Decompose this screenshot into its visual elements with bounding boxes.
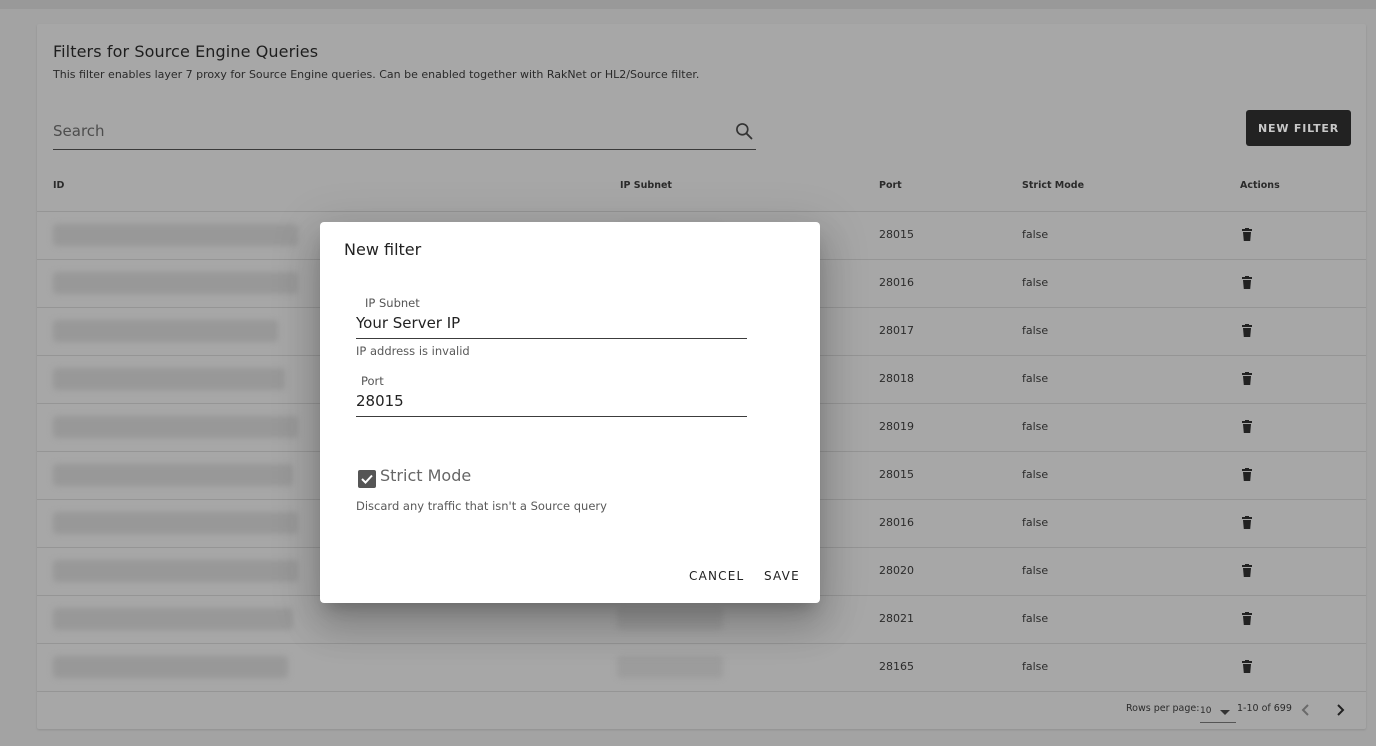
trash-icon[interactable] — [1242, 228, 1252, 241]
search-field — [53, 110, 756, 150]
redacted-id — [53, 464, 293, 486]
next-page-button[interactable] — [1329, 698, 1353, 722]
dialog-title: New filter — [344, 240, 422, 259]
pagination-range: 1-10 of 699 — [1237, 703, 1292, 714]
strict-mode-label: Strict Mode — [380, 466, 472, 485]
strict-mode-cell: false — [1022, 612, 1049, 625]
ip-subnet-input[interactable] — [356, 313, 736, 333]
port-cell: 28019 — [879, 420, 914, 433]
top-app-bar — [0, 0, 1376, 9]
redacted-id — [53, 368, 285, 390]
redacted-ip-subnet — [617, 608, 723, 630]
port-field: Port — [356, 374, 747, 417]
port-cell: 28165 — [879, 660, 914, 673]
strict-mode-cell: false — [1022, 372, 1049, 385]
search-input[interactable] — [53, 118, 713, 144]
redacted-id — [53, 560, 298, 582]
redacted-id — [53, 512, 298, 534]
rows-per-page-select[interactable]: 10 — [1200, 700, 1236, 723]
table-row: 28165 false — [37, 644, 1366, 692]
page-description: This filter enables layer 7 proxy for So… — [53, 68, 700, 81]
previous-page-button[interactable] — [1293, 698, 1317, 722]
rows-per-page-value: 10 — [1200, 706, 1212, 716]
rows-per-page-label: Rows per page: — [1126, 703, 1200, 714]
table-pagination: Rows per page: 10 1-10 of 699 — [37, 692, 1366, 729]
column-header-id[interactable]: ID — [53, 180, 64, 191]
trash-icon[interactable] — [1242, 564, 1252, 577]
new-filter-dialog: New filter IP Subnet IP address is inval… — [320, 222, 820, 603]
column-header-strict-mode[interactable]: Strict Mode — [1022, 180, 1084, 191]
chevron-left-icon — [1301, 704, 1309, 716]
chevron-right-icon — [1337, 704, 1345, 716]
trash-icon[interactable] — [1242, 612, 1252, 625]
strict-mode-cell: false — [1022, 468, 1049, 481]
search-icon[interactable] — [734, 121, 754, 141]
redacted-id — [53, 416, 298, 438]
trash-icon[interactable] — [1242, 372, 1252, 385]
trash-icon[interactable] — [1242, 468, 1252, 481]
caret-down-icon — [1220, 710, 1230, 715]
strict-mode-cell: false — [1022, 660, 1049, 673]
port-cell: 28015 — [879, 468, 914, 481]
port-label: Port — [361, 374, 384, 388]
ip-subnet-field: IP Subnet — [356, 296, 747, 339]
trash-icon[interactable] — [1242, 660, 1252, 673]
port-cell: 28017 — [879, 324, 914, 337]
port-cell: 28020 — [879, 564, 914, 577]
port-cell: 28018 — [879, 372, 914, 385]
strict-mode-cell: false — [1022, 276, 1049, 289]
port-cell: 28016 — [879, 516, 914, 529]
strict-mode-cell: false — [1022, 228, 1049, 241]
trash-icon[interactable] — [1242, 324, 1252, 337]
strict-mode-cell: false — [1022, 420, 1049, 433]
redacted-id — [53, 224, 298, 246]
redacted-id — [53, 608, 293, 630]
new-filter-button[interactable]: NEW FILTER — [1246, 110, 1351, 146]
redacted-id — [53, 656, 288, 678]
trash-icon[interactable] — [1242, 420, 1252, 433]
table-header: ID IP Subnet Port Strict Mode Actions — [37, 164, 1366, 212]
port-cell: 28015 — [879, 228, 914, 241]
redacted-id — [53, 320, 278, 342]
redacted-id — [53, 272, 298, 294]
ip-error-text: IP address is invalid — [356, 344, 470, 358]
check-icon — [361, 474, 373, 484]
trash-icon[interactable] — [1242, 516, 1252, 529]
strict-mode-cell: false — [1022, 324, 1049, 337]
port-cell: 28016 — [879, 276, 914, 289]
ip-subnet-label: IP Subnet — [365, 296, 420, 310]
column-header-ip-subnet[interactable]: IP Subnet — [620, 180, 672, 191]
page-title: Filters for Source Engine Queries — [53, 42, 319, 61]
strict-mode-cell: false — [1022, 516, 1049, 529]
column-header-actions: Actions — [1240, 180, 1280, 191]
checkbox-box[interactable] — [358, 470, 376, 488]
port-cell: 28021 — [879, 612, 914, 625]
table-row: 28021 false — [37, 596, 1366, 644]
strict-mode-cell: false — [1022, 564, 1049, 577]
column-header-port[interactable]: Port — [879, 180, 902, 191]
strict-mode-helper: Discard any traffic that isn't a Source … — [356, 499, 607, 513]
redacted-ip-subnet — [617, 656, 723, 678]
save-button[interactable]: SAVE — [758, 562, 806, 590]
port-input[interactable] — [356, 391, 736, 411]
trash-icon[interactable] — [1242, 276, 1252, 289]
cancel-button[interactable]: CANCEL — [683, 562, 750, 590]
